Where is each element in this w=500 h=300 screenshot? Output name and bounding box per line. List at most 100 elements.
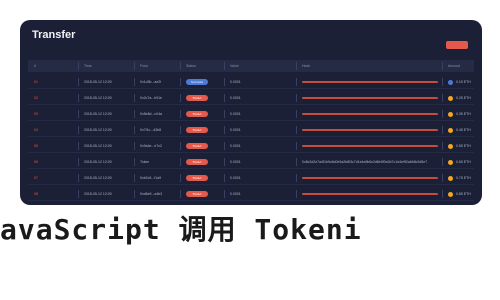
table-row[interactable]: 05 2018-05-12 12:00 0x9a4e...e7c2 Failed… — [28, 140, 474, 153]
column-divider — [442, 174, 443, 182]
status-badge: Failed — [186, 142, 208, 149]
column-divider — [296, 190, 297, 198]
column-divider — [296, 126, 297, 134]
column-divider — [134, 78, 135, 86]
table-row[interactable]: 01 2018-05-12 12:00 0x1d3b...ae2f Succes… — [28, 76, 474, 89]
column-divider — [442, 94, 443, 102]
column-divider — [296, 174, 297, 182]
row-value: 0.0001 — [230, 80, 241, 84]
header-status: Status — [186, 64, 196, 68]
column-divider — [180, 190, 181, 198]
row-value: 0.0001 — [230, 160, 241, 164]
column-divider — [296, 142, 297, 150]
column-divider — [134, 126, 135, 134]
table-row[interactable]: 07 2018-05-12 12:00 0xb2c5...f1a9 Failed… — [28, 172, 474, 185]
table-row[interactable]: 06 2018-05-12 12:00 Token Failed 0.0001 … — [28, 156, 474, 169]
row-amount: 0.25 ETH — [456, 96, 471, 100]
column-divider — [224, 158, 225, 166]
column-divider — [296, 62, 297, 70]
status-dot-icon — [448, 159, 453, 165]
transfer-window: Transfer # Time From Status Value Hash A… — [20, 20, 482, 205]
row-index: 03 — [34, 112, 38, 116]
row-value: 0.0001 — [230, 176, 241, 180]
row-from[interactable]: Token — [140, 156, 149, 168]
column-divider — [442, 78, 443, 86]
row-from[interactable]: 0x2c7a...b91e — [140, 92, 162, 104]
column-divider — [296, 94, 297, 102]
column-divider — [442, 190, 443, 198]
column-divider — [224, 190, 225, 198]
status-dot-icon — [448, 95, 453, 101]
window-title: Transfer — [32, 29, 76, 41]
column-divider — [442, 158, 443, 166]
row-index: 04 — [34, 128, 38, 132]
row-amount: 0.75 ETH — [456, 176, 471, 180]
row-amount: 0.55 ETH — [456, 144, 471, 148]
action-button[interactable] — [446, 41, 468, 49]
header-time: Time — [84, 64, 92, 68]
header-amount: Amount — [448, 64, 461, 68]
status-dot-icon — [448, 127, 453, 133]
table-row[interactable]: 02 2018-05-12 12:00 0x2c7a...b91e Failed… — [28, 92, 474, 105]
status-badge: Failed — [186, 94, 208, 101]
row-value: 0.0001 — [230, 96, 241, 100]
row-time: 2018-05-12 12:00 — [84, 192, 112, 196]
table-row[interactable]: 04 2018-05-12 12:00 0x7f1c...d3b8 Failed… — [28, 124, 474, 137]
status-dot-icon — [448, 175, 453, 181]
header-index: # — [34, 64, 36, 68]
row-value: 0.0001 — [230, 144, 241, 148]
row-time: 2018-05-12 12:00 — [84, 144, 112, 148]
column-divider — [224, 62, 225, 70]
column-divider — [442, 142, 443, 150]
column-divider — [180, 126, 181, 134]
status-badge: Failed — [186, 190, 208, 197]
hash-text[interactable]: 0x8c3d2e7a4f1b9c6d0e5a2b8f3c7d1e4a9b6c2d… — [302, 156, 438, 168]
column-divider — [134, 190, 135, 198]
status-dot-icon — [448, 79, 453, 85]
header-from: From — [140, 64, 149, 68]
row-from[interactable]: 0x5e8d...c04a — [140, 108, 162, 120]
status-dot-icon — [448, 191, 453, 197]
row-index: 07 — [34, 176, 38, 180]
hash-bar — [302, 129, 438, 131]
row-index: 06 — [34, 160, 38, 164]
status-dot-icon — [448, 143, 453, 149]
row-time: 2018-05-12 12:00 — [84, 112, 112, 116]
column-divider — [78, 158, 79, 166]
column-divider — [134, 110, 135, 118]
column-divider — [224, 126, 225, 134]
row-value: 0.0001 — [230, 128, 241, 132]
hash-bar — [302, 113, 438, 115]
row-time: 2018-05-12 12:00 — [84, 176, 112, 180]
row-amount: 0.15 ETH — [456, 80, 471, 84]
column-divider — [180, 62, 181, 70]
row-from[interactable]: 0x9a4e...e7c2 — [140, 140, 162, 152]
row-from[interactable]: 0x7f1c...d3b8 — [140, 124, 161, 136]
column-divider — [224, 174, 225, 182]
row-amount: 0.35 ETH — [456, 112, 471, 116]
status-dot-icon — [448, 111, 453, 117]
table-row[interactable]: 03 2018-05-12 12:00 0x5e8d...c04a Failed… — [28, 108, 474, 121]
column-divider — [224, 142, 225, 150]
hash-bar — [302, 177, 438, 179]
column-divider — [442, 62, 443, 70]
status-badge: Success — [186, 78, 208, 85]
row-time: 2018-05-12 12:00 — [84, 128, 112, 132]
column-divider — [134, 94, 135, 102]
table-row[interactable]: 08 2018-05-12 12:00 0xd6e9...a4b3 Failed… — [28, 188, 474, 201]
column-divider — [296, 110, 297, 118]
row-time: 2018-05-12 12:00 — [84, 80, 112, 84]
row-from[interactable]: 0xd6e9...a4b3 — [140, 188, 162, 200]
header-value: Value — [230, 64, 239, 68]
row-from[interactable]: 0xb2c5...f1a9 — [140, 172, 161, 184]
row-index: 08 — [34, 192, 38, 196]
column-divider — [78, 78, 79, 86]
column-divider — [442, 126, 443, 134]
column-divider — [134, 142, 135, 150]
row-from[interactable]: 0x1d3b...ae2f — [140, 76, 161, 88]
caption-text: avaScript 调用 Tokeni — [0, 213, 362, 246]
column-divider — [134, 158, 135, 166]
status-badge: Failed — [186, 158, 208, 165]
column-divider — [78, 94, 79, 102]
column-divider — [180, 174, 181, 182]
